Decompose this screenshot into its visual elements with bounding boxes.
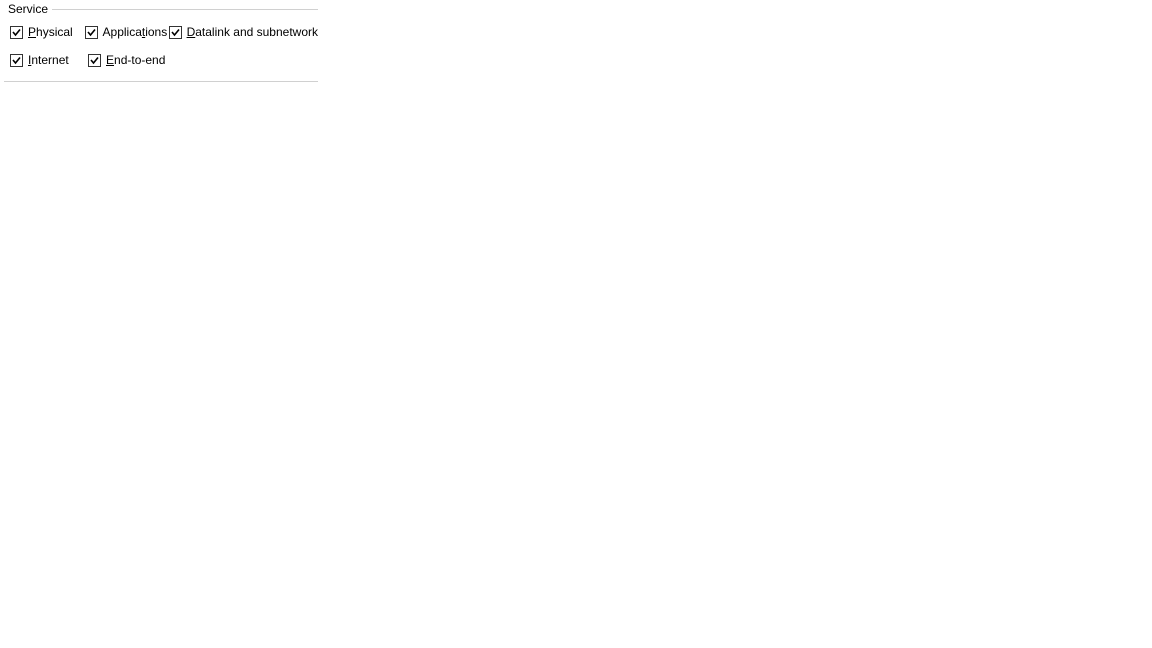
checkbox-datalink[interactable]: Datalink and subnetwork xyxy=(169,25,318,39)
group-header: Service xyxy=(4,2,318,16)
checkbox-label: Datalink and subnetwork xyxy=(187,25,318,39)
checkbox-internet[interactable]: Internet xyxy=(10,53,88,67)
checkbox-label: Internet xyxy=(28,53,69,67)
checkbox-box xyxy=(88,54,101,67)
checkbox-label: End-to-end xyxy=(106,53,165,67)
check-icon xyxy=(170,27,181,38)
group-title: Service xyxy=(4,2,52,16)
check-icon xyxy=(11,55,22,66)
check-icon xyxy=(11,27,22,38)
check-icon xyxy=(86,27,97,38)
service-group: Service Physical Applications Data xyxy=(4,2,318,82)
checkbox-label: Physical xyxy=(28,25,73,39)
group-body: Physical Applications Datalink and subne… xyxy=(4,16,318,67)
row-2: Internet End-to-end xyxy=(10,53,318,67)
checkbox-physical[interactable]: Physical xyxy=(10,25,85,39)
checkbox-endtoend[interactable]: End-to-end xyxy=(88,53,176,67)
checkbox-label: Applications xyxy=(103,25,168,39)
checkbox-applications[interactable]: Applications xyxy=(85,25,169,39)
checkbox-box xyxy=(85,26,98,39)
row-1: Physical Applications Datalink and subne… xyxy=(10,25,318,39)
checkbox-box xyxy=(10,54,23,67)
checkbox-box xyxy=(169,26,182,39)
checkbox-box xyxy=(10,26,23,39)
check-icon xyxy=(89,55,100,66)
group-footer-line xyxy=(4,81,318,82)
group-header-line xyxy=(52,9,318,10)
